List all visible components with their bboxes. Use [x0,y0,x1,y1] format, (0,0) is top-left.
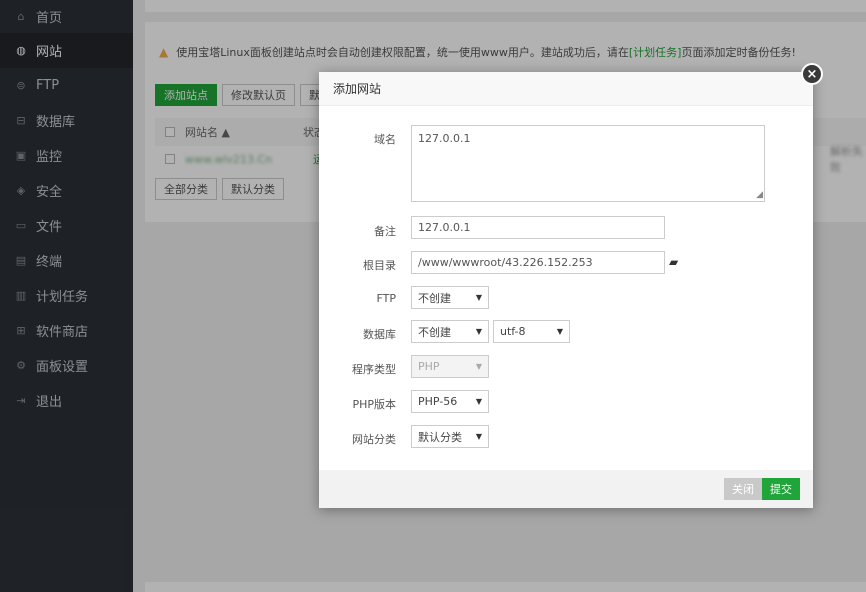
dialog-title: 添加网站 [319,72,813,106]
dialog-footer: 关闭 提交 [319,470,813,508]
remark-label: 备注 [374,225,396,238]
root-dir-value: /www/wwwroot/43.226.152.253 [418,256,593,269]
database-select-value: 不创建 [418,325,451,339]
ftp-select[interactable]: 不创建 ▼ [411,286,489,309]
ftp-select-value: 不创建 [418,291,451,305]
chevron-down-icon: ▼ [475,397,482,406]
database-select[interactable]: 不创建 ▼ [411,320,489,343]
close-icon[interactable]: × [801,63,823,85]
remark-value: 127.0.0.1 [418,221,471,234]
folder-open-icon[interactable]: ▰ [669,255,678,269]
program-type-select: PHP ▼ [411,355,489,378]
charset-select-value: utf-8 [500,325,526,338]
ftp-label: FTP [376,292,397,305]
chevron-down-icon: ▼ [475,327,482,336]
php-version-label: PHP版本 [352,398,396,411]
program-type-label: 程序类型 [352,363,396,376]
domain-label: 域名 [374,133,396,146]
chevron-down-icon: ▼ [475,293,482,302]
chevron-down-icon: ▼ [475,362,482,371]
chevron-down-icon: ▼ [475,432,482,441]
resize-handle-icon[interactable]: ◢ [756,190,763,200]
root-dir-input[interactable]: /www/wwwroot/43.226.152.253 [411,251,665,274]
site-category-select[interactable]: 默认分类 ▼ [411,425,489,448]
php-version-select[interactable]: PHP-56 ▼ [411,390,489,413]
program-type-value: PHP [418,360,440,373]
domain-value: 127.0.0.1 [418,132,471,145]
add-site-dialog: 添加网站 域名 127.0.0.1 ◢ 备注 127.0.0.1 根目录 /ww… [319,72,813,508]
chevron-down-icon: ▼ [556,327,563,336]
charset-select[interactable]: utf-8 ▼ [493,320,570,343]
close-button[interactable]: 关闭 [724,478,762,500]
submit-button[interactable]: 提交 [762,478,800,500]
site-category-label: 网站分类 [352,433,396,446]
database-label: 数据库 [363,328,396,341]
site-category-value: 默认分类 [418,430,462,444]
remark-input[interactable]: 127.0.0.1 [411,216,665,239]
root-dir-label: 根目录 [363,259,396,272]
php-version-value: PHP-56 [418,395,458,408]
domain-textarea[interactable]: 127.0.0.1 ◢ [411,125,765,202]
